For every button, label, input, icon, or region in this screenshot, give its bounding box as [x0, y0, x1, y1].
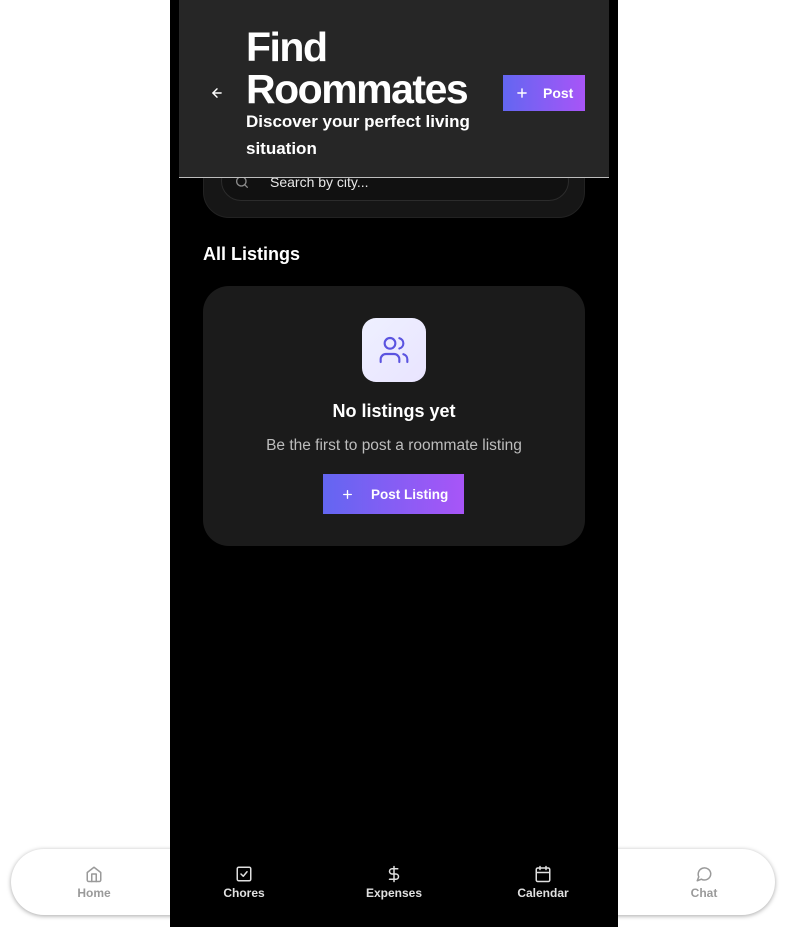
tab-home-label: Home	[77, 886, 111, 900]
tab-calendar-label: Calendar	[517, 886, 569, 900]
phone-screen: Search by city... Find Roommates Discove…	[170, 0, 618, 927]
calendar-icon	[535, 865, 551, 883]
tab-chores-label: Chores	[223, 886, 265, 900]
tab-home[interactable]: Home	[34, 849, 154, 915]
empty-state-card: No listings yet Be the first to post a r…	[203, 286, 585, 546]
plus-icon	[343, 489, 352, 499]
dollar-icon	[388, 865, 400, 883]
tab-chat[interactable]: Chat	[644, 849, 764, 915]
post-listing-label: Post Listing	[371, 486, 449, 502]
page-title: Find Roommates	[246, 24, 469, 112]
post-listing-button[interactable]: Post Listing	[323, 474, 464, 514]
page-subtitle: Discover your perfect living situation	[246, 112, 470, 158]
post-button-label: Post	[543, 85, 574, 101]
tab-chat-label: Chat	[690, 886, 718, 900]
empty-state-icon-box	[362, 318, 426, 382]
tab-calendar[interactable]: Calendar	[483, 849, 603, 915]
empty-state-title: No listings yet	[332, 401, 456, 421]
tab-chores[interactable]: Chores	[184, 849, 304, 915]
section-title: All Listings	[203, 244, 301, 264]
empty-state-subtitle: Be the first to post a roommate listing	[266, 437, 522, 454]
home-icon	[86, 866, 102, 883]
checkbox-icon	[236, 866, 252, 882]
chat-bubble-icon	[696, 867, 712, 882]
arrow-left-icon	[212, 88, 222, 98]
users-icon	[379, 336, 409, 364]
plus-icon	[517, 88, 527, 98]
post-button[interactable]: Post	[503, 75, 585, 111]
tab-expenses[interactable]: Expenses	[334, 849, 454, 915]
bottom-tab-bar-center: Chores Expenses Calendar	[170, 849, 618, 915]
tab-expenses-label: Expenses	[365, 886, 423, 900]
back-button[interactable]	[205, 83, 229, 103]
page-header: Find Roommates Discover your perfect liv…	[179, 0, 609, 178]
